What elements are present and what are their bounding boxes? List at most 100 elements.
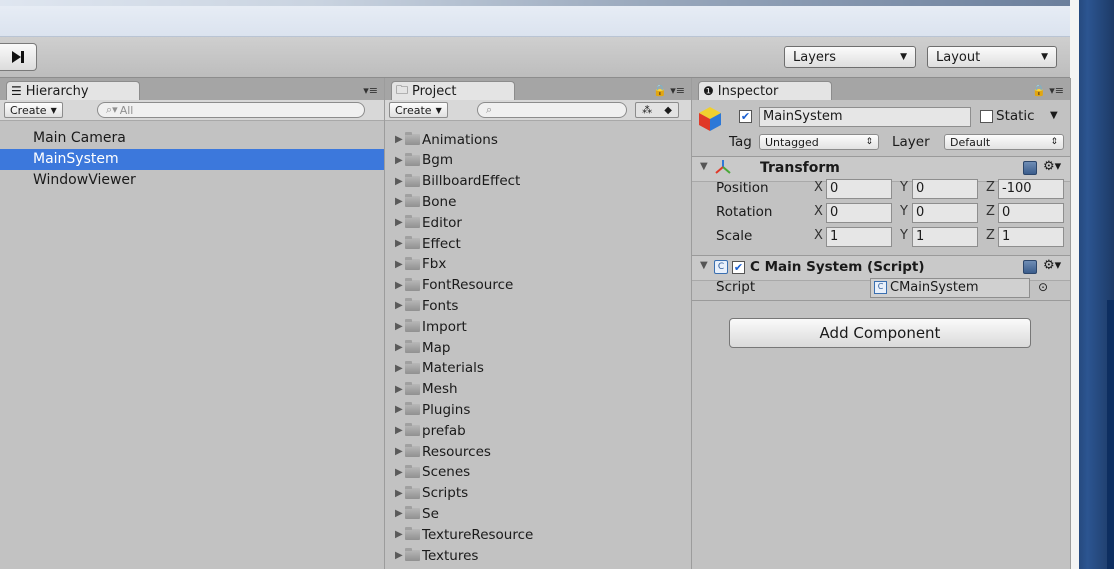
foldout-triangle-icon[interactable]: ▶: [395, 363, 404, 374]
project-folder-item[interactable]: ▶ Editor: [385, 212, 462, 233]
project-folder-item[interactable]: ▶ Se: [385, 503, 439, 524]
script-file-icon: C: [874, 281, 887, 294]
tab-hierarchy[interactable]: ☰ Hierarchy: [6, 81, 140, 100]
foldout-triangle-icon[interactable]: ▶: [395, 196, 404, 207]
foldout-triangle-icon[interactable]: ▶: [395, 404, 404, 415]
foldout-triangle-icon[interactable]: ▶: [395, 384, 404, 395]
hierarchy-item-windowviewer[interactable]: WindowViewer: [0, 170, 384, 191]
filter-type-icon[interactable]: ⁂: [642, 105, 652, 116]
info-icon: ❶: [703, 84, 714, 98]
project-folder-label: BillboardEffect: [422, 173, 521, 190]
foldout-triangle-icon[interactable]: ▶: [395, 217, 404, 228]
x-axis-label: X: [814, 228, 823, 243]
foldout-triangle-icon[interactable]: ▶: [395, 550, 404, 561]
project-folder-item[interactable]: ▶ Mesh: [385, 379, 458, 400]
project-folder-item[interactable]: ▶ Fbx: [385, 254, 446, 275]
filter-label-icon[interactable]: ◆: [664, 105, 672, 116]
foldout-triangle-icon[interactable]: ▶: [395, 508, 404, 519]
project-folder-item[interactable]: ▶ BillboardEffect: [385, 171, 520, 192]
hierarchy-create-button[interactable]: Create ▼: [4, 102, 63, 118]
hierarchy-item-mainsystem[interactable]: MainSystem: [0, 149, 384, 170]
project-create-button[interactable]: Create ▼: [389, 102, 448, 118]
chevron-down-icon: ▼: [900, 52, 907, 62]
script-value: CMainSystem: [890, 280, 979, 295]
x-axis-label: X: [814, 180, 823, 195]
foldout-triangle-icon[interactable]: ▼: [700, 161, 708, 172]
tag-dropdown[interactable]: Untagged ⇕: [759, 134, 879, 150]
hierarchy-item-main-camera[interactable]: Main Camera: [0, 128, 384, 149]
foldout-triangle-icon[interactable]: ▶: [395, 446, 404, 457]
x-field[interactable]: 0: [826, 203, 892, 223]
x-field[interactable]: 0: [826, 179, 892, 199]
project-folder-item[interactable]: ▶ Textures: [385, 545, 478, 566]
project-folder-item[interactable]: ▶ Animations: [385, 129, 498, 150]
foldout-triangle-icon[interactable]: ▶: [395, 176, 404, 187]
layout-dropdown[interactable]: Layout ▼: [927, 46, 1057, 68]
lock-menu-icon[interactable]: 🔒 ▾≡: [1032, 84, 1064, 97]
project-folder-item[interactable]: ▶ FontResource: [385, 275, 513, 296]
script-enabled-checkbox[interactable]: ✔: [732, 261, 745, 274]
foldout-triangle-icon[interactable]: ▶: [395, 425, 404, 436]
z-field[interactable]: -100: [998, 179, 1064, 199]
folder-icon: [405, 464, 420, 478]
folder-icon: [405, 194, 420, 208]
project-folder-item[interactable]: ▶ Bone: [385, 191, 456, 212]
foldout-triangle-icon[interactable]: ▶: [395, 467, 404, 478]
foldout-triangle-icon[interactable]: ▶: [395, 259, 404, 270]
project-filter-buttons[interactable]: ⁂ ◆: [635, 102, 679, 118]
project-folder-label: Map: [422, 339, 451, 356]
layer-dropdown[interactable]: Default ⇕: [944, 134, 1064, 150]
project-search-input[interactable]: ⌕: [477, 102, 627, 118]
project-folder-item[interactable]: ▶ Map: [385, 337, 451, 358]
foldout-triangle-icon[interactable]: ▼: [700, 260, 708, 271]
foldout-triangle-icon[interactable]: ▶: [395, 155, 404, 166]
hierarchy-search-input[interactable]: ⌕▾ All: [97, 102, 365, 118]
foldout-triangle-icon[interactable]: ▶: [395, 134, 404, 145]
foldout-triangle-icon[interactable]: ▶: [395, 321, 404, 332]
panel-menu-icon[interactable]: ▾≡: [363, 84, 378, 97]
chevron-down-icon[interactable]: ▼: [1050, 110, 1058, 121]
x-field[interactable]: 1: [826, 227, 892, 247]
project-folder-label: Scripts: [422, 485, 469, 502]
foldout-triangle-icon[interactable]: ▶: [395, 300, 404, 311]
project-folder-item[interactable]: ▶ Scenes: [385, 462, 470, 483]
project-folder-item[interactable]: ▶ Effect: [385, 233, 461, 254]
z-field[interactable]: 0: [998, 203, 1064, 223]
z-field[interactable]: 1: [998, 227, 1064, 247]
project-folder-item[interactable]: ▶ Resources: [385, 441, 491, 462]
tab-project[interactable]: 🗀 Project: [391, 81, 515, 100]
script-object-field[interactable]: C CMainSystem: [870, 278, 1030, 298]
foldout-triangle-icon[interactable]: ▶: [395, 488, 404, 499]
folder-icon: [405, 132, 420, 145]
foldout-triangle-icon[interactable]: ▶: [395, 342, 404, 353]
project-folder-item[interactable]: ▶ Import: [385, 316, 467, 337]
project-folder-item[interactable]: ▶ Materials: [385, 358, 484, 379]
foldout-triangle-icon[interactable]: ▶: [395, 238, 404, 249]
z-axis-label: Z: [986, 180, 995, 195]
project-folder-item[interactable]: ▶ Plugins: [385, 399, 470, 420]
object-name-field[interactable]: MainSystem: [759, 107, 971, 127]
foldout-triangle-icon[interactable]: ▶: [395, 280, 404, 291]
project-folder-item[interactable]: ▶ Scripts: [385, 483, 468, 504]
active-checkbox[interactable]: ✔: [739, 110, 752, 123]
static-checkbox[interactable]: [980, 110, 993, 123]
y-field[interactable]: 0: [912, 179, 978, 199]
project-folder-item[interactable]: ▶ prefab: [385, 420, 466, 441]
y-field[interactable]: 1: [912, 227, 978, 247]
step-button[interactable]: [0, 43, 37, 71]
y-field[interactable]: 0: [912, 203, 978, 223]
foldout-triangle-icon[interactable]: ▶: [395, 529, 404, 540]
help-book-icon[interactable]: [1023, 260, 1037, 274]
help-book-icon[interactable]: [1023, 161, 1037, 175]
project-folder-item[interactable]: ▶ Fonts: [385, 295, 458, 316]
tab-inspector[interactable]: ❶ Inspector: [698, 81, 832, 100]
layer-value: Default: [950, 135, 991, 149]
lock-menu-icon[interactable]: 🔒 ▾≡: [653, 84, 685, 97]
gear-icon[interactable]: ⚙▾: [1043, 258, 1061, 273]
gear-icon[interactable]: ⚙▾: [1043, 159, 1061, 174]
layers-dropdown[interactable]: Layers ▼: [784, 46, 916, 68]
project-folder-item[interactable]: ▶ Bgm: [385, 150, 453, 171]
project-folder-item[interactable]: ▶ TextureResource: [385, 524, 533, 545]
add-component-button[interactable]: Add Component: [729, 318, 1031, 348]
object-picker-icon[interactable]: ⊙: [1038, 280, 1048, 294]
